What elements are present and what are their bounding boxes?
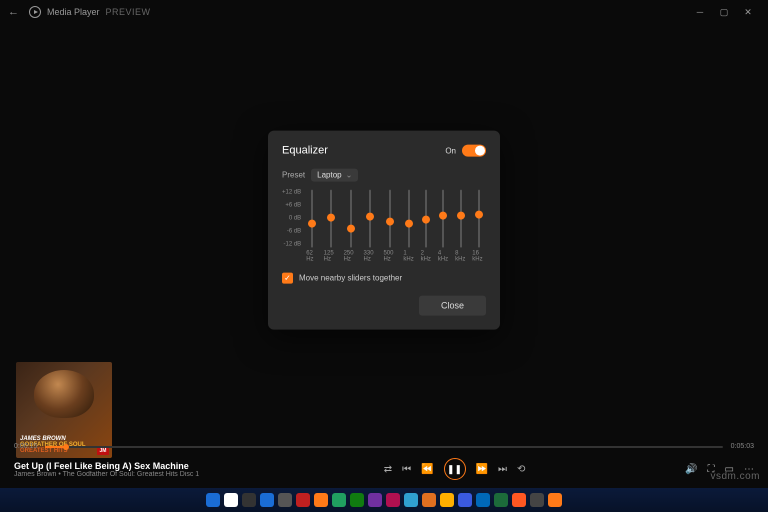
time-elapsed: 0:00:15 bbox=[14, 443, 37, 450]
eq-band: 125 Hz bbox=[324, 190, 338, 263]
dialog-title: Equalizer bbox=[282, 145, 328, 157]
progress-row: 0:00:15 0:05:03 bbox=[14, 443, 754, 450]
taskbar[interactable] bbox=[0, 488, 768, 512]
track-subtitle: James Brown • The Godfather Of Soul: Gre… bbox=[14, 471, 224, 478]
taskbar-app-icon[interactable] bbox=[314, 493, 328, 507]
toggle-label: On bbox=[445, 146, 456, 155]
equalizer-dialog: Equalizer On Preset Laptop +12 dB+6 dB0 … bbox=[268, 131, 500, 330]
taskbar-app-icon[interactable] bbox=[242, 493, 256, 507]
taskbar-app-icon[interactable] bbox=[260, 493, 274, 507]
taskbar-app-icon[interactable] bbox=[368, 493, 382, 507]
eq-slider[interactable] bbox=[460, 190, 462, 248]
checkbox-label: Move nearby sliders together bbox=[299, 274, 402, 283]
eq-slider[interactable] bbox=[389, 190, 391, 248]
eq-band: 62 Hz bbox=[306, 190, 317, 263]
eq-slider[interactable] bbox=[408, 190, 410, 248]
eq-band: 16 kHz bbox=[472, 190, 486, 263]
track-title: Get Up (I Feel Like Being A) Sex Machine bbox=[14, 461, 224, 471]
eq-slider[interactable] bbox=[369, 190, 371, 248]
next-icon[interactable]: ⏭ bbox=[498, 464, 507, 475]
taskbar-app-icon[interactable] bbox=[224, 493, 238, 507]
eq-slider[interactable] bbox=[442, 190, 444, 248]
repeat-icon[interactable]: ⟲ bbox=[517, 464, 525, 475]
eq-band: 2 kHz bbox=[421, 190, 432, 263]
eq-slider[interactable] bbox=[311, 190, 313, 248]
close-dialog-button[interactable]: Close bbox=[419, 296, 486, 316]
db-scale: +12 dB+6 dB0 dB-6 dB-12 dB bbox=[282, 190, 303, 248]
titlebar: ← Media Player PREVIEW ─ ▢ ✕ bbox=[0, 0, 768, 24]
eq-slider[interactable] bbox=[330, 190, 332, 248]
prev-icon[interactable]: ⏮ bbox=[402, 464, 411, 475]
eq-band: 250 Hz bbox=[344, 190, 358, 263]
link-sliders-checkbox[interactable]: ✓ bbox=[282, 273, 293, 284]
taskbar-app-icon[interactable] bbox=[296, 493, 310, 507]
taskbar-app-icon[interactable] bbox=[530, 493, 544, 507]
main-area: JAMES BROWN GODFATHER OF SOUL GREATEST H… bbox=[0, 24, 768, 468]
taskbar-app-icon[interactable] bbox=[440, 493, 454, 507]
taskbar-app-icon[interactable] bbox=[548, 493, 562, 507]
player-bar: Get Up (I Feel Like Being A) Sex Machine… bbox=[0, 450, 768, 488]
back-icon[interactable]: ← bbox=[8, 6, 19, 18]
eq-band: 500 Hz bbox=[383, 190, 397, 263]
forward-icon[interactable]: ⏩ bbox=[476, 464, 488, 475]
eq-band: 8 kHz bbox=[455, 190, 466, 263]
taskbar-app-icon[interactable] bbox=[404, 493, 418, 507]
eq-slider[interactable] bbox=[425, 190, 427, 248]
taskbar-app-icon[interactable] bbox=[476, 493, 490, 507]
rewind-icon[interactable]: ⏪ bbox=[421, 464, 433, 475]
preview-badge: PREVIEW bbox=[106, 7, 151, 17]
watermark: vsdm.com bbox=[710, 471, 760, 482]
eq-band: 1 kHz bbox=[403, 190, 414, 263]
app-title: Media Player bbox=[47, 7, 100, 17]
time-total: 0:05:03 bbox=[731, 443, 754, 450]
play-pause-button[interactable]: ❚❚ bbox=[444, 458, 466, 480]
seek-bar[interactable] bbox=[45, 446, 722, 448]
preset-select[interactable]: Laptop bbox=[311, 169, 358, 182]
volume-icon[interactable]: 🔊 bbox=[685, 464, 697, 475]
taskbar-app-icon[interactable] bbox=[422, 493, 436, 507]
taskbar-app-icon[interactable] bbox=[512, 493, 526, 507]
equalizer-toggle[interactable] bbox=[462, 145, 486, 157]
taskbar-app-icon[interactable] bbox=[494, 493, 508, 507]
eq-slider[interactable] bbox=[350, 190, 352, 248]
taskbar-app-icon[interactable] bbox=[206, 493, 220, 507]
maximize-button[interactable]: ▢ bbox=[712, 7, 736, 18]
taskbar-app-icon[interactable] bbox=[278, 493, 292, 507]
eq-slider[interactable] bbox=[478, 190, 480, 248]
taskbar-app-icon[interactable] bbox=[350, 493, 364, 507]
eq-bands: 62 Hz 125 Hz 250 Hz 330 Hz 500 Hz 1 kHz 2 kHz 4… bbox=[306, 190, 486, 263]
app-icon bbox=[29, 6, 41, 18]
shuffle-icon[interactable]: ⇄ bbox=[384, 464, 392, 475]
minimize-button[interactable]: ─ bbox=[688, 7, 712, 17]
taskbar-app-icon[interactable] bbox=[332, 493, 346, 507]
close-button[interactable]: ✕ bbox=[736, 7, 760, 18]
taskbar-app-icon[interactable] bbox=[458, 493, 472, 507]
eq-band: 330 Hz bbox=[364, 190, 378, 263]
eq-band: 4 kHz bbox=[438, 190, 449, 263]
taskbar-app-icon[interactable] bbox=[386, 493, 400, 507]
preset-label: Preset bbox=[282, 171, 305, 180]
